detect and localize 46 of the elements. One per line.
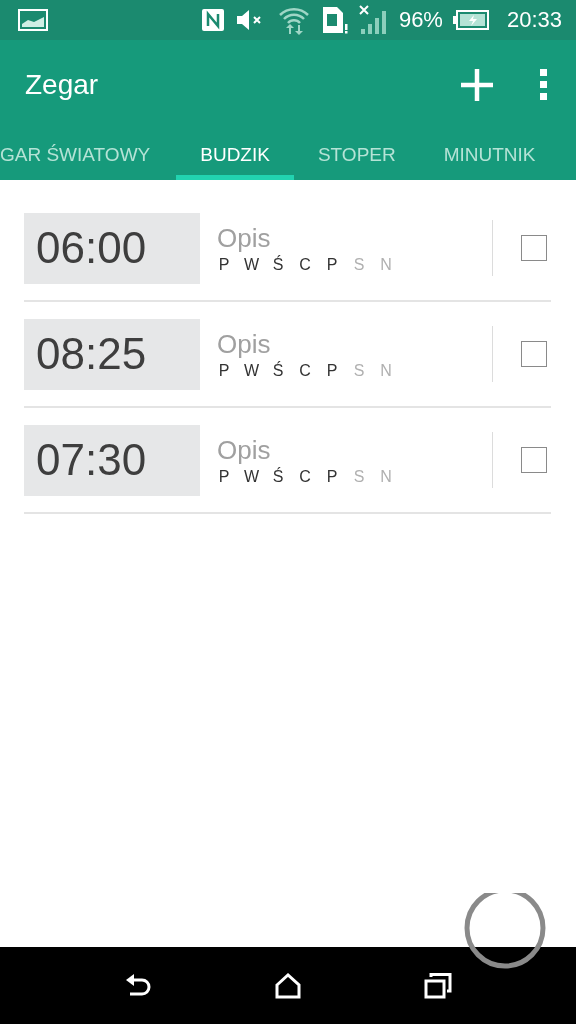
recent-apps-button[interactable] <box>424 972 453 999</box>
alarm-description: Opis <box>217 328 272 360</box>
weekday-letter: Ś <box>271 467 285 486</box>
weekday-letter: W <box>244 361 258 380</box>
more-options-button[interactable] <box>540 69 548 101</box>
weekday-letter: P <box>217 361 231 380</box>
weekday-letter: S <box>352 467 366 486</box>
weekday-letter: Ś <box>271 255 285 274</box>
tab[interactable]: STOPER <box>293 130 420 180</box>
weekday-letter: W <box>244 467 258 486</box>
app-title: Zegar <box>25 69 99 101</box>
weekday-letter: S <box>352 255 366 274</box>
alarm-checkbox[interactable] <box>521 447 547 473</box>
clock-time: 20:33 <box>506 7 562 33</box>
alarm-checkbox[interactable] <box>521 235 547 261</box>
alarm-time[interactable]: 07:30 <box>24 424 200 496</box>
tab[interactable]: MINUTNIK <box>419 130 560 180</box>
weekday-letter: C <box>298 467 312 486</box>
battery-charging-icon <box>452 10 489 30</box>
battery-percentage: 96% <box>398 7 443 33</box>
sim-card-icon <box>320 6 349 34</box>
weekday-letter: N <box>379 467 393 486</box>
add-button[interactable] <box>460 68 494 102</box>
weekday-letter: Ś <box>271 361 285 380</box>
weekday-letter: N <box>379 361 393 380</box>
image-notification-icon <box>18 8 48 32</box>
alarm-time[interactable]: 08:25 <box>24 318 200 390</box>
no-signal-icon <box>358 5 389 35</box>
weekday-letter: N <box>379 255 393 274</box>
home-button[interactable] <box>275 972 301 999</box>
alarm-time[interactable]: 06:00 <box>24 212 200 284</box>
weekday-letter: P <box>217 467 231 486</box>
weekday-letter: P <box>217 255 231 274</box>
alarm-description: Opis <box>217 222 272 254</box>
alarm-checkbox[interactable] <box>521 341 547 367</box>
alarm-description: Opis <box>217 434 272 466</box>
tab[interactable]: BUDZIK <box>176 130 294 180</box>
weekday-letter: S <box>352 361 366 380</box>
weekday-letter: P <box>325 467 339 486</box>
weekday-letter: W <box>244 255 258 274</box>
nfc-icon <box>200 8 225 32</box>
weekday-letter: C <box>298 255 312 274</box>
tab[interactable]: GAR ŚWIATOWY <box>0 130 177 180</box>
weekday-letter: P <box>325 255 339 274</box>
weekday-letter: C <box>298 361 312 380</box>
weekday-letter: P <box>325 361 339 380</box>
